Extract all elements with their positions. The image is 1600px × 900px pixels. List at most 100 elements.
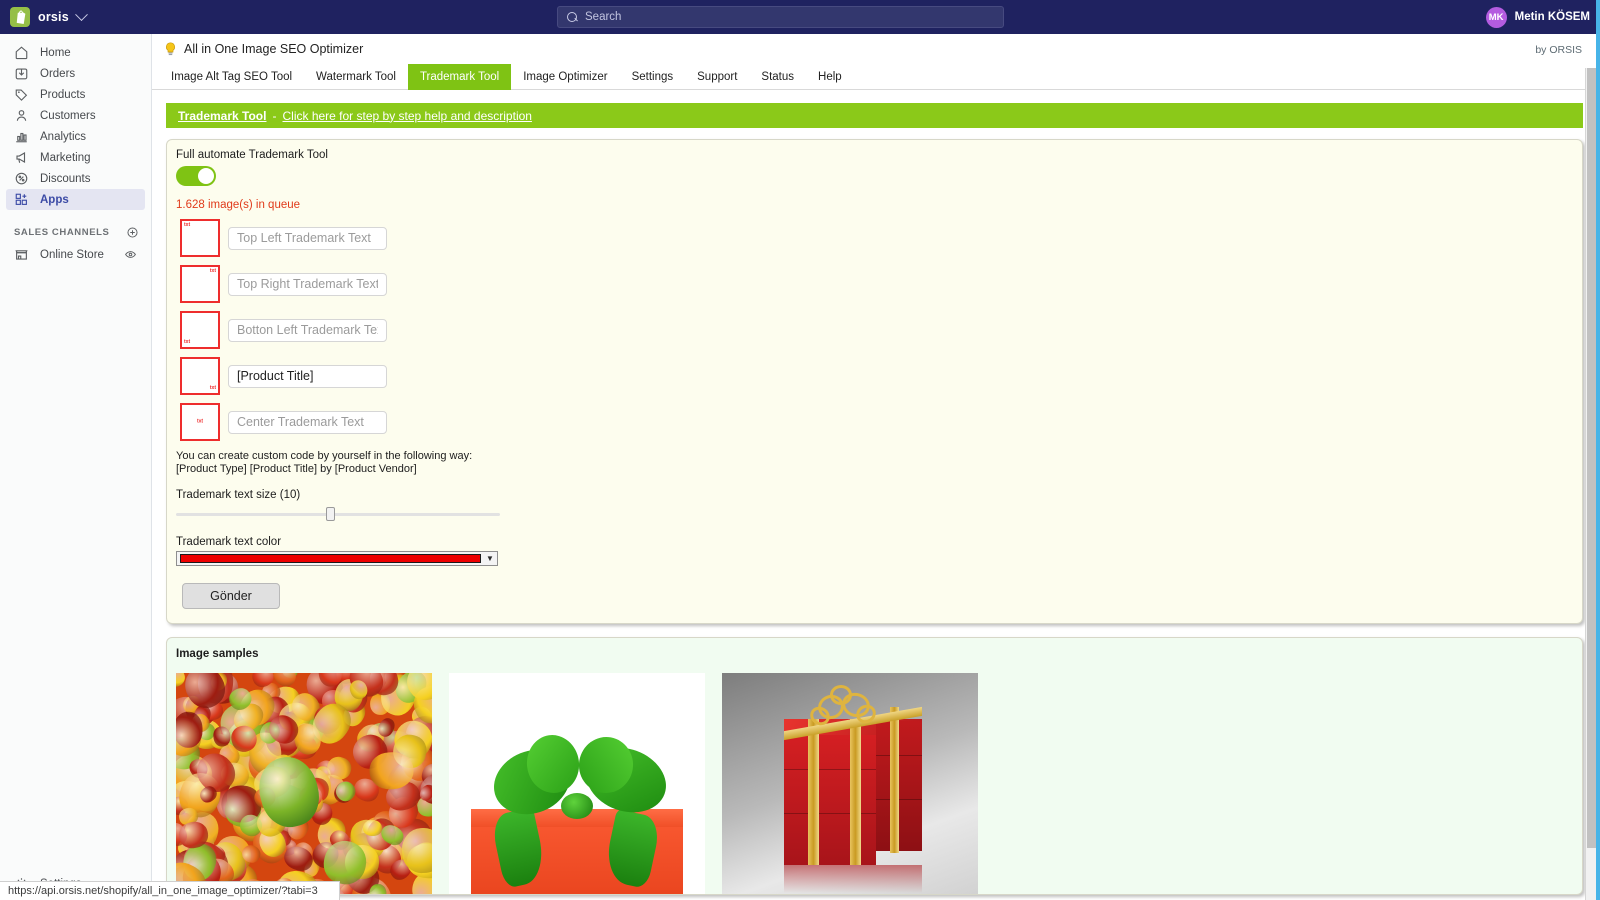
position-box-label: txt xyxy=(184,222,191,228)
field-row-top-right: txt xyxy=(176,265,1582,303)
tab-label: Support xyxy=(697,71,738,83)
sidebar-item-label: Marketing xyxy=(40,151,91,164)
custom-code-help: You can create custom code by yourself i… xyxy=(176,450,1582,475)
sidebar-item-orders[interactable]: Orders xyxy=(6,63,145,84)
storefront-icon xyxy=(15,250,28,260)
sidebar-item-discounts[interactable]: Discounts xyxy=(6,168,145,189)
center-trademark-input[interactable] xyxy=(228,410,387,434)
field-row-bottom-right: txt xyxy=(176,357,1582,395)
tab-watermark-tool[interactable]: Watermark Tool xyxy=(304,64,408,90)
image-samples-title: Image samples xyxy=(176,648,259,661)
tab-status[interactable]: Status xyxy=(749,64,806,90)
sidebar-item-label: Online Store xyxy=(40,248,104,261)
sales-channels-header: SALES CHANNELS xyxy=(14,226,139,239)
banner-dash: - xyxy=(272,108,277,123)
top-right-trademark-input[interactable] xyxy=(228,272,387,296)
trademark-form-panel: Full automate Trademark Tool 1.628 image… xyxy=(166,139,1583,625)
position-preview-bottom-left: txt xyxy=(180,311,220,349)
search-input[interactable]: Search xyxy=(557,6,1004,28)
tab-label: Help xyxy=(818,71,842,83)
store-switcher[interactable]: orsis xyxy=(0,0,88,34)
app-content: All in One Image SEO Optimizer by ORSIS … xyxy=(152,34,1600,900)
position-preview-top-right: txt xyxy=(180,265,220,303)
banner-title-link[interactable]: Trademark Tool xyxy=(178,109,266,123)
status-bar: https://api.orsis.net/shopify/all_in_one… xyxy=(0,881,340,900)
top-left-trademark-input[interactable] xyxy=(228,226,387,250)
sidebar-item-label: Products xyxy=(40,88,86,101)
submit-button[interactable]: Gönder xyxy=(182,583,280,610)
tab-help[interactable]: Help xyxy=(806,64,854,90)
sidebar-item-online-store[interactable]: Online Store xyxy=(6,244,145,265)
position-preview-bottom-right: txt xyxy=(180,357,220,395)
sidebar-item-label: Home xyxy=(40,46,71,59)
image-samples-list xyxy=(176,673,1582,895)
image-samples-panel: Image samples xyxy=(166,637,1583,896)
toggle-knob xyxy=(198,168,214,184)
sidebar-item-products[interactable]: Products xyxy=(6,84,145,105)
analytics-bars-icon xyxy=(16,132,27,143)
products-tag-icon xyxy=(15,89,28,101)
avatar: MK xyxy=(1485,6,1507,28)
shopify-topbar: orsis Search MK Metin KÖSEM xyxy=(0,0,1600,34)
sidebar: Home Orders Products Customers Analytics… xyxy=(0,34,152,900)
full-automate-toggle[interactable] xyxy=(176,166,216,186)
tab-image-optimizer[interactable]: Image Optimizer xyxy=(511,64,619,90)
search-placeholder: Search xyxy=(585,11,622,23)
position-box-label: txt xyxy=(209,385,216,391)
field-row-bottom-left: txt xyxy=(176,311,1582,349)
app-title: All in One Image SEO Optimizer xyxy=(184,42,364,56)
tab-settings[interactable]: Settings xyxy=(620,64,686,90)
home-icon xyxy=(15,46,28,60)
sidebar-item-marketing[interactable]: Marketing xyxy=(6,147,145,168)
user-menu[interactable]: MK Metin KÖSEM xyxy=(1485,0,1590,34)
position-box-label: txt xyxy=(196,418,204,425)
tab-support[interactable]: Support xyxy=(685,64,749,90)
tab-label: Image Optimizer xyxy=(523,71,608,83)
text-color-select[interactable]: ▼ xyxy=(176,551,498,567)
tab-image-alt-tag-seo-tool[interactable]: Image Alt Tag SEO Tool xyxy=(159,64,304,90)
sidebar-item-label: Customers xyxy=(40,109,96,122)
field-row-top-left: txt xyxy=(176,219,1582,257)
sidebar-item-label: Orders xyxy=(40,67,76,80)
position-preview-center: txt xyxy=(180,403,220,441)
app-tabs: Image Alt Tag SEO Tool Watermark Tool Tr… xyxy=(152,64,1600,90)
color-swatch xyxy=(180,554,481,564)
search-icon xyxy=(567,11,578,23)
automate-label: Full automate Trademark Tool xyxy=(176,149,328,161)
sidebar-item-apps[interactable]: Apps xyxy=(6,189,145,210)
field-row-center: txt xyxy=(176,403,1582,441)
shopify-bag-icon xyxy=(10,7,30,27)
eye-icon[interactable] xyxy=(124,248,137,261)
bottom-left-trademark-input[interactable] xyxy=(228,318,387,342)
app-credit: by ORSIS xyxy=(1535,44,1582,56)
position-box-label: txt xyxy=(184,339,191,345)
slider-thumb[interactable] xyxy=(326,507,335,522)
sidebar-item-analytics[interactable]: Analytics xyxy=(6,126,145,147)
tab-label: Watermark Tool xyxy=(316,71,396,83)
tab-trademark-tool[interactable]: Trademark Tool xyxy=(407,64,512,90)
sidebar-item-customers[interactable]: Customers xyxy=(6,105,145,126)
tomatoes-sample-image xyxy=(176,673,432,895)
custom-code-help-line-1: You can create custom code by yourself i… xyxy=(176,450,473,462)
sidebar-item-home[interactable]: Home xyxy=(6,42,145,63)
customers-person-icon xyxy=(16,110,27,121)
red-gift-gold-ribbon-sample-image xyxy=(722,673,978,895)
plus-circle-icon[interactable] xyxy=(126,226,139,239)
apps-grid-icon xyxy=(15,193,27,205)
status-bar-url: https://api.orsis.net/shopify/all_in_one… xyxy=(8,885,318,897)
tab-label: Image Alt Tag SEO Tool xyxy=(171,71,293,83)
sales-channels-title: SALES CHANNELS xyxy=(14,227,110,238)
slider-track xyxy=(176,513,500,517)
text-size-slider[interactable] xyxy=(176,507,500,522)
window-edge xyxy=(1596,0,1600,900)
sidebar-item-label: Apps xyxy=(40,193,69,206)
text-size-label: Trademark text size (10) xyxy=(176,489,301,502)
orders-icon xyxy=(15,68,28,80)
banner-help-link[interactable]: Click here for step by step help and des… xyxy=(282,109,531,123)
tool-banner: Trademark Tool - Click here for step by … xyxy=(166,103,1583,128)
tab-label: Settings xyxy=(631,71,674,83)
tab-label: Trademark Tool xyxy=(419,71,500,83)
discounts-percent-icon xyxy=(15,172,28,185)
bottom-right-trademark-input[interactable] xyxy=(228,364,387,388)
marketing-megaphone-icon xyxy=(16,152,26,163)
